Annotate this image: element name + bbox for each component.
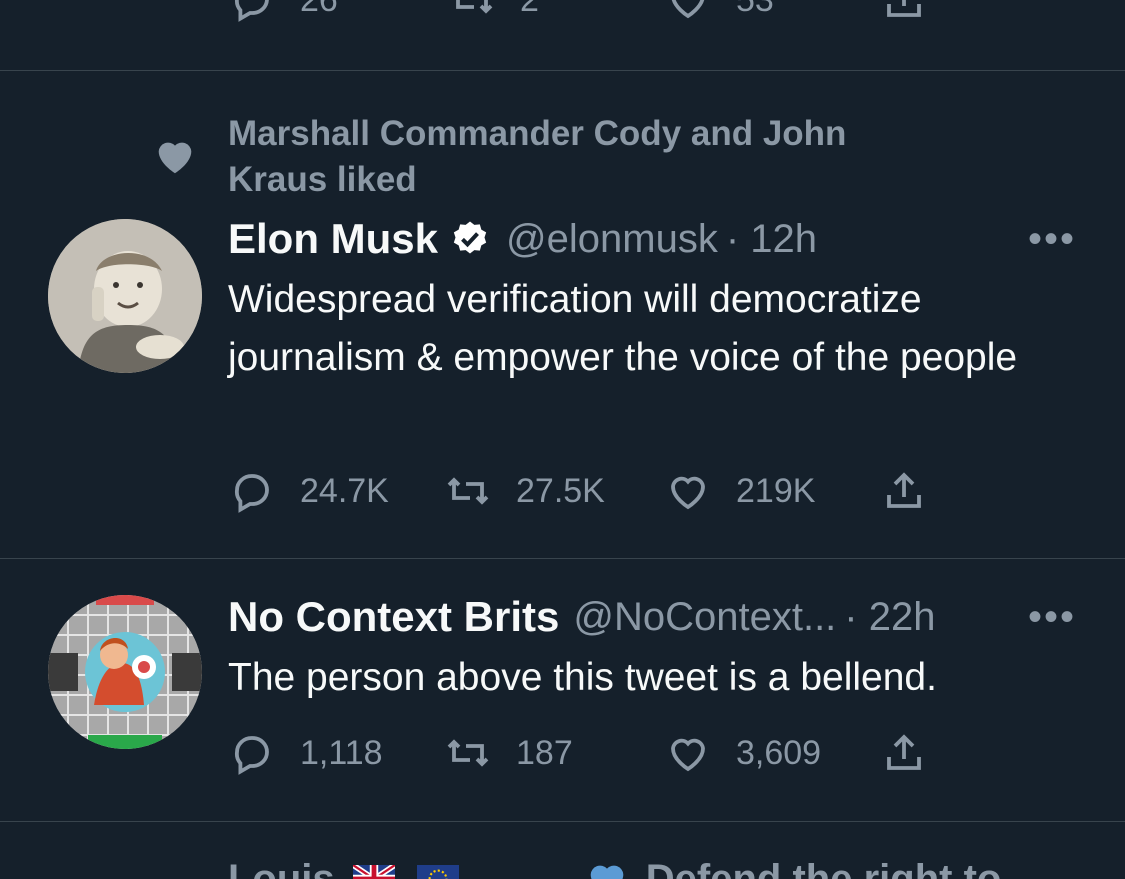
verified-badge-icon xyxy=(453,221,487,254)
liked-heart-icon xyxy=(158,142,192,174)
tweet-no-context-brits[interactable]: No Context Brits @NoContext... · 22h •••… xyxy=(0,559,1125,821)
reply-button[interactable]: 24.7K xyxy=(228,467,389,515)
next-tweet-preview[interactable]: Louis ▬ ▬ Defend the right to xyxy=(0,822,1125,879)
dash-icon: ▬ ▬ xyxy=(478,856,570,879)
handle[interactable]: @elonmusk xyxy=(506,217,718,262)
like-button[interactable]: 53 xyxy=(664,0,774,24)
preview-name: Louis xyxy=(228,856,335,879)
retweet-icon xyxy=(456,0,493,14)
timestamp[interactable]: · 12h xyxy=(726,217,817,262)
reply-icon xyxy=(235,474,269,513)
tweet-elon-musk[interactable]: Marshall Commander Cody and John Kraus l… xyxy=(0,71,1125,558)
retweet-count: 2 xyxy=(520,0,539,20)
share-icon xyxy=(887,0,921,17)
display-name[interactable]: Elon Musk xyxy=(228,215,438,263)
preview-text: Defend the right to xyxy=(645,856,1002,879)
like-count: 53 xyxy=(736,0,774,20)
retweet-icon xyxy=(447,477,489,505)
reply-count: 1,118 xyxy=(300,733,383,772)
reply-button[interactable]: 26 xyxy=(228,0,338,24)
reply-button[interactable]: 1,118 xyxy=(228,729,383,777)
like-count: 219K xyxy=(736,471,816,510)
retweet-count: 187 xyxy=(516,733,573,772)
retweet-button[interactable]: 27.5K xyxy=(444,467,605,515)
heart-icon xyxy=(671,738,705,772)
social-context[interactable]: Marshall Commander Cody and John Kraus l… xyxy=(228,111,948,203)
reply-icon xyxy=(235,0,269,22)
top-tweet-action-bar: 26 2 53 xyxy=(0,0,1125,70)
blue-heart-icon xyxy=(590,865,624,879)
social-context: Louis ▬ ▬ Defend the right to xyxy=(228,856,1001,879)
display-name[interactable]: No Context Brits xyxy=(228,593,559,641)
share-button[interactable] xyxy=(880,0,928,24)
retweet-button[interactable]: 187 xyxy=(444,729,573,777)
test-card-avatar-icon xyxy=(48,595,202,749)
tweet-header: Elon Musk @elonmusk · 12h xyxy=(228,215,817,263)
more-options-button[interactable]: ••• xyxy=(1028,595,1076,640)
retweet-count: 27.5K xyxy=(516,471,605,510)
like-button[interactable]: 219K xyxy=(664,467,815,515)
tweet-text: Widespread verification will democratize… xyxy=(228,278,1018,379)
retweet-icon xyxy=(447,739,489,767)
like-button[interactable]: 3,609 xyxy=(664,729,821,777)
share-button[interactable] xyxy=(880,467,928,515)
avatar[interactable] xyxy=(48,219,202,373)
retweet-button[interactable]: 2 xyxy=(448,0,539,24)
share-button[interactable] xyxy=(880,729,928,777)
tweet-header: No Context Brits @NoContext... · 22h xyxy=(228,593,935,641)
share-icon xyxy=(887,472,921,508)
uk-flag-icon xyxy=(352,865,395,879)
handle[interactable]: @NoContext... xyxy=(573,595,836,640)
tweet-text: The person above this tweet is a bellend… xyxy=(228,656,937,699)
heart-icon xyxy=(671,0,705,19)
heart-icon xyxy=(671,476,705,510)
like-count: 3,609 xyxy=(736,733,822,772)
eu-flag-icon xyxy=(416,865,459,879)
timestamp[interactable]: · 22h xyxy=(844,595,935,640)
avatar[interactable] xyxy=(48,595,202,749)
share-icon xyxy=(887,734,921,770)
reply-icon xyxy=(235,736,269,775)
more-options-button[interactable]: ••• xyxy=(1028,217,1076,262)
reply-count: 26 xyxy=(300,0,338,20)
avatar-photo-icon xyxy=(48,219,202,373)
reply-count: 24.7K xyxy=(300,471,389,510)
